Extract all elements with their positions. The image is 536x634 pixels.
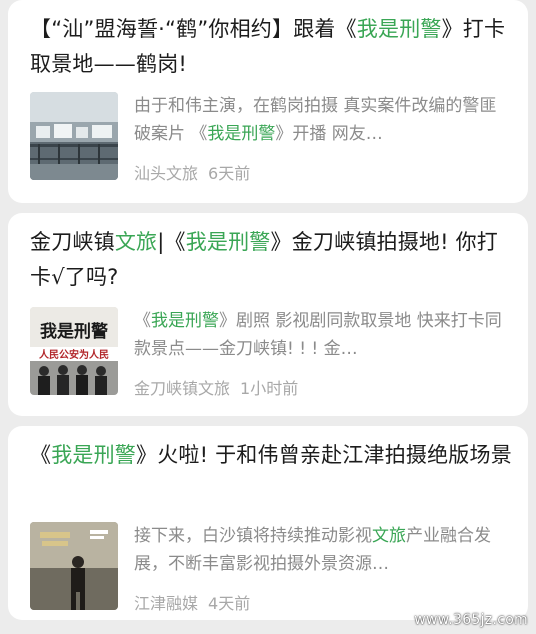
highlight-keyword: 我是刑警 bbox=[151, 311, 219, 331]
text-segment: 《 bbox=[30, 443, 52, 467]
drama-poster-thumbnail-icon[interactable]: 我是刑警 人民公安为人民 bbox=[30, 307, 118, 395]
article-title[interactable]: 【“汕”盟海誓·“鹤”你相约】跟着《我是刑警》打卡取景地——鹤岗! bbox=[30, 12, 512, 82]
article-time: 4天前 bbox=[208, 594, 251, 613]
text-segment: 金刀峡镇 bbox=[30, 230, 115, 254]
article-meta: 金刀峡镇文旅 1小时前 bbox=[134, 375, 298, 399]
news-feed: 【“汕”盟海誓·“鹤”你相约】跟着《我是刑警》打卡取景地——鹤岗! 由于和伟主演… bbox=[0, 0, 536, 634]
actor-poster-thumbnail-icon[interactable] bbox=[30, 522, 118, 610]
highlight-keyword: 我是刑警 bbox=[185, 230, 271, 254]
highlight-keyword: 文旅 bbox=[114, 230, 158, 254]
text-segment: 接下来，白沙镇将持续推动影视 bbox=[134, 526, 372, 546]
article-source[interactable]: 汕头文旅 bbox=[134, 164, 198, 183]
article-title[interactable]: 金刀峡镇文旅|《我是刑警》金刀峡镇拍摄地! 你打卡√了吗? bbox=[30, 225, 512, 295]
article-snippet: 《我是刑警》剧照 影视剧同款取景地 快来打卡同款景点——金刀峡镇! ! ! 金… bbox=[134, 307, 512, 363]
article-time: 6天前 bbox=[208, 164, 251, 183]
text-segment: 《 bbox=[134, 311, 151, 331]
article-snippet: 由于和伟主演，在鹤岗拍摄 真实案件改编的警匪破案片 《我是刑警》开播 网友… bbox=[134, 92, 512, 148]
text-segment: |《 bbox=[157, 230, 186, 254]
article-source[interactable]: 金刀峡镇文旅 bbox=[134, 379, 230, 398]
highlight-keyword: 文旅 bbox=[372, 526, 406, 546]
poster-calligraphy: 我是刑警 bbox=[40, 321, 108, 342]
article-meta: 江津融媒 4天前 bbox=[134, 590, 250, 614]
poster-banner-text: 人民公安为人民 bbox=[39, 348, 109, 361]
article-meta: 汕头文旅 6天前 bbox=[134, 160, 250, 184]
text-segment: 》火啦! 于和伟曾亲赴江津拍摄绝版场景 bbox=[136, 443, 512, 467]
article-title[interactable]: 《我是刑警》火啦! 于和伟曾亲赴江津拍摄绝版场景 bbox=[30, 438, 512, 473]
article-source[interactable]: 江津融媒 bbox=[134, 594, 198, 613]
highlight-keyword: 我是刑警 bbox=[356, 17, 442, 41]
text-segment: 【“汕”盟海誓·“鹤”你相约】跟着《 bbox=[30, 17, 357, 41]
snowy-town-thumbnail-icon[interactable] bbox=[30, 92, 118, 180]
site-watermark: www.365jz.com bbox=[414, 612, 528, 628]
text-segment: 》开播 网友… bbox=[275, 124, 383, 144]
article-card[interactable]: 金刀峡镇文旅|《我是刑警》金刀峡镇拍摄地! 你打卡√了吗? 我是刑警 人民公安为… bbox=[8, 213, 528, 416]
article-card[interactable]: 【“汕”盟海誓·“鹤”你相约】跟着《我是刑警》打卡取景地——鹤岗! 由于和伟主演… bbox=[8, 0, 528, 203]
article-time: 1小时前 bbox=[240, 379, 299, 398]
highlight-keyword: 我是刑警 bbox=[207, 124, 276, 144]
article-card[interactable]: 《我是刑警》火啦! 于和伟曾亲赴江津拍摄绝版场景 接下来，白沙镇将持续推动影视文… bbox=[8, 426, 528, 620]
article-snippet: 接下来，白沙镇将持续推动影视文旅产业融合发展，不断丰富影视拍摄外景资源… bbox=[134, 522, 512, 578]
highlight-keyword: 我是刑警 bbox=[51, 443, 137, 467]
